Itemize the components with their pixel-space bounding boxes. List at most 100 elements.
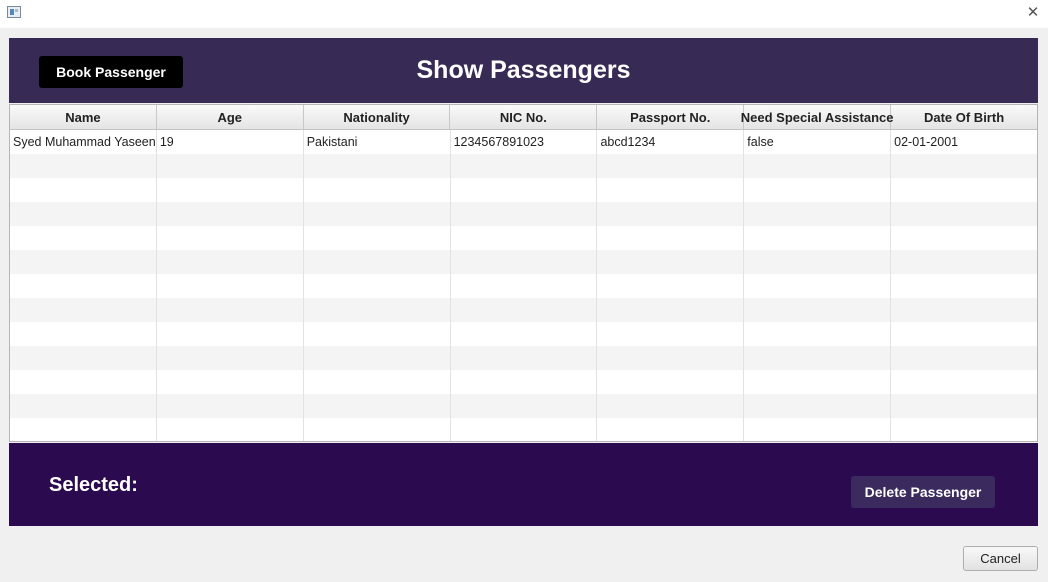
empty-cell <box>597 202 745 226</box>
empty-cell <box>157 226 304 250</box>
empty-cell <box>304 178 451 202</box>
empty-cell <box>157 418 304 441</box>
empty-cell <box>597 178 745 202</box>
empty-cell <box>157 178 304 202</box>
column-header-passport[interactable]: Passport No. <box>597 105 745 129</box>
app-window-icon <box>7 6 21 18</box>
cell-name: Syed Muhammad Yaseen <box>10 130 157 154</box>
empty-table-row <box>10 298 1037 322</box>
empty-table-row <box>10 394 1037 418</box>
empty-cell <box>597 346 745 370</box>
empty-cell <box>304 394 451 418</box>
empty-cell <box>157 394 304 418</box>
empty-cell <box>10 226 157 250</box>
empty-table-row <box>10 154 1037 178</box>
empty-cell <box>597 370 745 394</box>
empty-cell <box>891 370 1037 394</box>
empty-cell <box>451 370 598 394</box>
empty-cell <box>597 250 745 274</box>
cell-nationality: Pakistani <box>304 130 451 154</box>
empty-cell <box>304 250 451 274</box>
empty-cell <box>157 346 304 370</box>
empty-cell <box>157 202 304 226</box>
column-header-nic[interactable]: NIC No. <box>450 105 598 129</box>
selected-label: Selected: <box>49 474 138 496</box>
empty-cell <box>744 202 892 226</box>
column-header-nationality[interactable]: Nationality <box>304 105 451 129</box>
footer-bar: Selected: Delete Passenger <box>9 443 1038 526</box>
page-title: Show Passengers <box>416 56 631 84</box>
empty-cell <box>10 250 157 274</box>
empty-cell <box>597 418 745 441</box>
empty-cell <box>891 346 1037 370</box>
empty-cell <box>744 418 892 441</box>
table-header: Name Age Nationality NIC No. Passport No… <box>10 105 1037 130</box>
empty-cell <box>451 202 598 226</box>
column-header-name[interactable]: Name <box>10 105 157 129</box>
empty-cell <box>157 298 304 322</box>
cell-passport: abcd1234 <box>597 130 745 154</box>
empty-cell <box>891 418 1037 441</box>
empty-cell <box>891 178 1037 202</box>
empty-cell <box>451 418 598 441</box>
column-header-age[interactable]: Age <box>157 105 304 129</box>
empty-table-row <box>10 418 1037 441</box>
empty-cell <box>304 274 451 298</box>
empty-cell <box>304 226 451 250</box>
empty-cell <box>891 250 1037 274</box>
empty-cell <box>451 322 598 346</box>
empty-table-row <box>10 178 1037 202</box>
cell-nic: 1234567891023 <box>451 130 598 154</box>
empty-cell <box>451 346 598 370</box>
empty-table-row <box>10 202 1037 226</box>
empty-cell <box>744 322 892 346</box>
empty-cell <box>597 154 745 178</box>
empty-cell <box>304 298 451 322</box>
empty-cell <box>451 178 598 202</box>
empty-cell <box>10 274 157 298</box>
empty-cell <box>744 346 892 370</box>
passengers-table[interactable]: Name Age Nationality NIC No. Passport No… <box>9 104 1038 442</box>
empty-cell <box>304 322 451 346</box>
table-body: Syed Muhammad Yaseen 19 Pakistani 123456… <box>10 130 1037 441</box>
empty-cell <box>304 418 451 441</box>
empty-cell <box>10 346 157 370</box>
empty-cell <box>304 202 451 226</box>
cancel-button[interactable]: Cancel <box>963 546 1038 571</box>
empty-cell <box>891 274 1037 298</box>
delete-passenger-button[interactable]: Delete Passenger <box>851 476 995 508</box>
empty-cell <box>744 250 892 274</box>
empty-cell <box>304 346 451 370</box>
column-header-special-assistance[interactable]: Need Special Assistance <box>741 105 894 129</box>
empty-cell <box>891 394 1037 418</box>
empty-cell <box>157 154 304 178</box>
empty-cell <box>451 394 598 418</box>
empty-cell <box>744 394 892 418</box>
empty-cell <box>10 178 157 202</box>
empty-cell <box>744 274 892 298</box>
empty-cell <box>451 250 598 274</box>
empty-cell <box>597 322 745 346</box>
empty-cell <box>891 322 1037 346</box>
empty-cell <box>597 274 745 298</box>
empty-cell <box>157 322 304 346</box>
empty-cell <box>744 226 892 250</box>
cell-special-assistance: false <box>744 130 892 154</box>
empty-cell <box>451 154 598 178</box>
empty-cell <box>597 298 745 322</box>
empty-cell <box>157 370 304 394</box>
empty-table-row <box>10 274 1037 298</box>
empty-table-row <box>10 250 1037 274</box>
header-bar: Book Passenger Show Passengers <box>9 38 1038 103</box>
empty-cell <box>10 370 157 394</box>
empty-cell <box>10 298 157 322</box>
column-header-dob[interactable]: Date Of Birth <box>891 105 1037 129</box>
table-row[interactable]: Syed Muhammad Yaseen 19 Pakistani 123456… <box>10 130 1037 154</box>
empty-cell <box>304 370 451 394</box>
empty-cell <box>10 202 157 226</box>
empty-cell <box>304 154 451 178</box>
empty-cell <box>10 394 157 418</box>
close-icon[interactable]: ✕ <box>1024 3 1042 21</box>
empty-cell <box>744 298 892 322</box>
empty-cell <box>597 394 745 418</box>
